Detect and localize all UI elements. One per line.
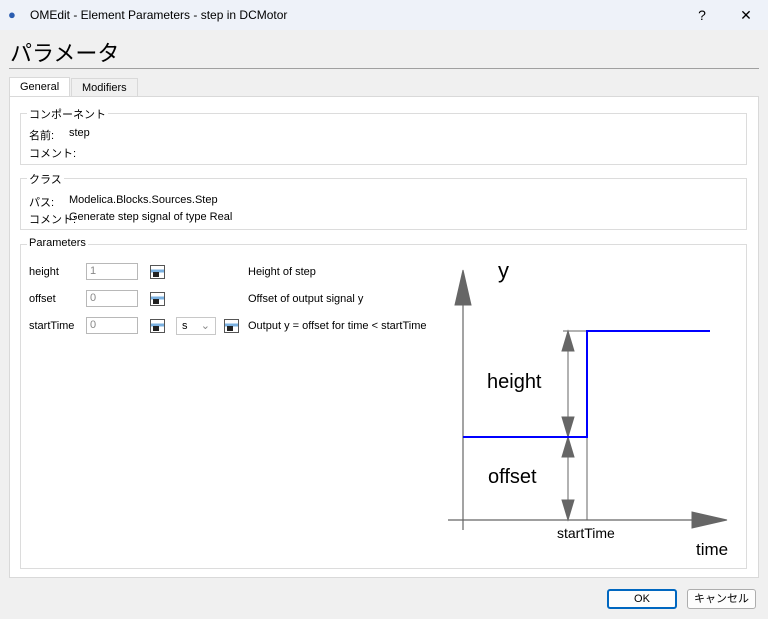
offset-arrow-up	[561, 435, 575, 458]
step-diagram: y height offset startTime time	[448, 258, 728, 559]
ok-button[interactable]: OK	[607, 589, 677, 609]
height-arrow-down	[561, 416, 575, 439]
starttime-label-diagram: startTime	[557, 525, 615, 541]
height-arrow-up	[561, 329, 575, 352]
cancel-button[interactable]: キャンセル	[687, 589, 756, 609]
y-axis-label: y	[498, 258, 509, 283]
height-label-diagram: height	[487, 371, 542, 393]
offset-arrow-down	[561, 499, 575, 522]
offset-label-diagram: offset	[488, 466, 537, 488]
time-axis-label: time	[696, 540, 728, 559]
x-axis-arrow	[691, 511, 728, 529]
y-axis-arrow	[454, 269, 472, 306]
